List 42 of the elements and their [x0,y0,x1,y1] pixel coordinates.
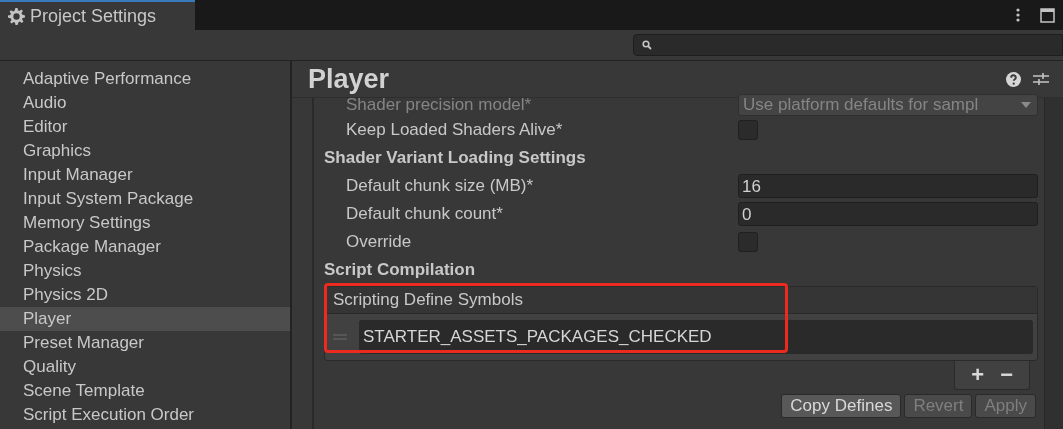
field-label: Default chunk count* [345,204,504,224]
sidebar-item[interactable]: Audio [0,91,290,115]
sidebar-item[interactable]: Quality [0,355,290,379]
settings-icon [8,7,25,25]
field-label: Keep Loaded Shaders Alive* [345,120,564,140]
number-field[interactable]: 0 [738,202,1038,226]
field-label: Shader precision model* [345,95,533,115]
sidebar-item[interactable]: Physics [0,259,290,283]
search-field[interactable] [633,34,1063,56]
sidebar-item[interactable]: Input Manager [0,163,290,187]
more-options-icon[interactable] [1016,8,1020,22]
sidebar-item[interactable]: Graphics [0,139,290,163]
window-title: Project Settings [30,5,157,27]
sidebar-item[interactable]: Package Manager [0,235,290,259]
sidebar-item[interactable]: Preset Manager [0,331,290,355]
remove-button[interactable]: − [994,363,1019,387]
page-title: Player [308,63,390,95]
field-label: Override [345,232,413,252]
sidebar-item[interactable]: Adaptive Performance [0,67,290,91]
number-field[interactable]: 16 [738,174,1038,198]
action-button[interactable]: Copy Defines [781,394,902,418]
sidebar-item[interactable]: Scene Template [0,379,290,403]
sliders-icon[interactable] [1033,71,1049,87]
sidebar-item[interactable]: Player [0,307,290,331]
sidebar-item[interactable]: Input System Package [0,187,290,211]
checkbox[interactable] [738,232,758,252]
sidebar-item[interactable]: Physics 2D [0,283,290,307]
list-header: Scripting Define Symbols [325,287,1037,314]
window-tab[interactable]: Project Settings [0,0,195,30]
sidebar-item[interactable]: Editor [0,115,290,139]
section-heading: Script Compilation [324,260,476,280]
symbol-field[interactable]: STARTER_ASSETS_PACKAGES_CHECKED [359,320,1033,354]
caret-icon [1021,102,1031,108]
help-icon[interactable] [1006,71,1021,87]
field-label: Default chunk size (MB)* [345,176,535,196]
maximize-icon[interactable] [1040,7,1055,23]
sidebar-item[interactable]: Script Execution Order [0,403,290,427]
search-icon [642,40,652,50]
sidebar-item[interactable]: Memory Settings [0,211,290,235]
checkbox[interactable] [738,120,758,140]
section-heading: Shader Variant Loading Settings [324,148,586,168]
add-button[interactable]: + [965,363,991,387]
